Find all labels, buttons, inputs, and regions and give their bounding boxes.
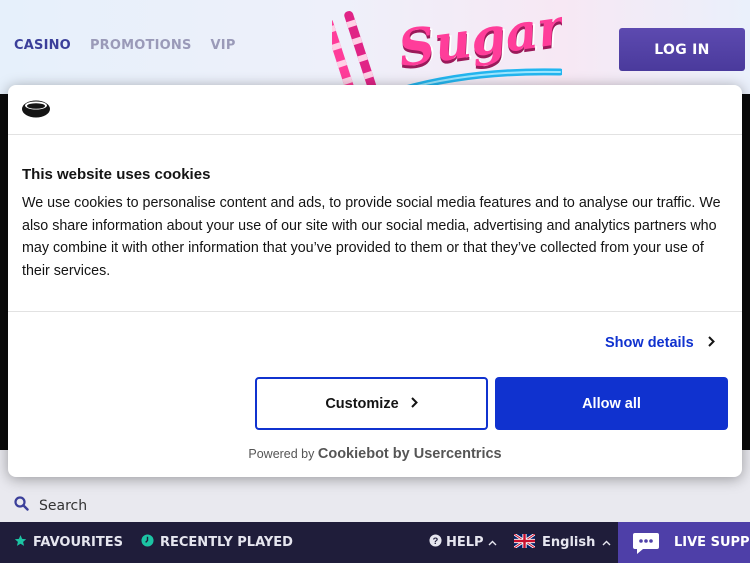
favourites-label: FAVOURITES bbox=[33, 535, 123, 550]
uk-flag-icon bbox=[513, 532, 536, 552]
search-icon bbox=[14, 496, 29, 516]
live-support-label: LIVE SUPPORT bbox=[674, 535, 750, 550]
chevron-right-icon bbox=[707, 335, 715, 351]
help-label: HELP bbox=[446, 535, 484, 550]
customize-label: Customize bbox=[325, 395, 399, 412]
recently-played-button[interactable]: RECENTLY PLAYED bbox=[141, 522, 293, 563]
site-header: CASINO PROMOTIONS VIP Sugar LOG IN bbox=[0, 0, 750, 94]
customize-button[interactable]: Customize bbox=[255, 377, 488, 430]
divider bbox=[8, 134, 742, 135]
favourites-button[interactable]: FAVOURITES bbox=[14, 522, 123, 563]
recently-played-label: RECENTLY PLAYED bbox=[160, 535, 293, 550]
help-menu[interactable]: ? HELP bbox=[429, 522, 497, 563]
nav-item-casino[interactable]: CASINO bbox=[14, 38, 71, 53]
nav-item-vip[interactable]: VIP bbox=[211, 38, 236, 53]
cookie-title: This website uses cookies bbox=[22, 166, 211, 183]
clock-icon bbox=[141, 534, 154, 551]
cookie-consent-dialog: This website uses cookies We use cookies… bbox=[8, 85, 742, 477]
language-label: English bbox=[542, 535, 596, 550]
cookie-description: We use cookies to personalise content an… bbox=[22, 195, 721, 279]
powered-by-label: Powered by bbox=[248, 447, 315, 461]
powered-by: Powered by Cookiebot by Usercentrics bbox=[8, 446, 742, 462]
star-icon bbox=[14, 534, 27, 551]
divider bbox=[8, 311, 742, 312]
site-logo[interactable]: Sugar bbox=[332, 6, 562, 94]
chat-bubble-icon bbox=[632, 531, 660, 555]
main-nav: CASINO PROMOTIONS VIP bbox=[14, 38, 236, 53]
live-support-button[interactable]: LIVE SUPPORT bbox=[618, 522, 750, 563]
chevron-right-icon bbox=[410, 396, 418, 412]
question-icon: ? bbox=[429, 534, 442, 551]
allow-all-button[interactable]: Allow all bbox=[495, 377, 728, 430]
chevron-up-icon bbox=[602, 535, 611, 550]
login-button[interactable]: LOG IN bbox=[619, 28, 745, 71]
svg-text:?: ? bbox=[433, 536, 439, 546]
search-bar[interactable]: Search bbox=[14, 496, 87, 516]
search-label: Search bbox=[39, 498, 88, 514]
nav-item-promotions[interactable]: PROMOTIONS bbox=[90, 38, 192, 53]
show-details-label: Show details bbox=[605, 335, 694, 351]
cookiebot-brand-link[interactable]: Cookiebot by Usercentrics bbox=[318, 446, 502, 462]
chevron-up-icon bbox=[488, 535, 497, 550]
show-details-link[interactable]: Show details bbox=[605, 335, 715, 351]
language-selector[interactable]: English bbox=[513, 522, 611, 563]
cookiebot-logo-icon bbox=[21, 98, 51, 123]
